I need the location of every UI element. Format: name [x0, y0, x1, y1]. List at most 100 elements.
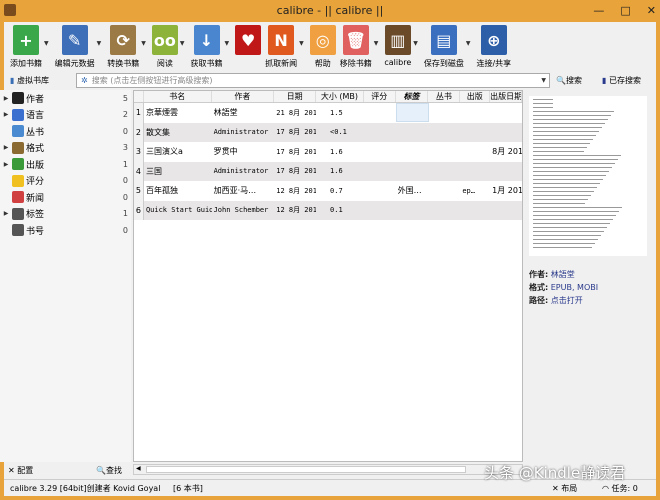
category-icon [12, 174, 24, 187]
table-row[interactable]: 4三国 Administrator 17 8月 2018 1.6 [134, 161, 522, 181]
search-button-label: 搜索 [565, 76, 582, 85]
column-header[interactable]: 作者 [212, 91, 275, 102]
toolbar-dropdown-arrow[interactable]: ▼ [466, 40, 471, 47]
convert-book-icon: ⟳ [110, 25, 137, 55]
tag-count: 0 [122, 225, 128, 235]
bookmark-icon: ▮ [602, 76, 607, 85]
cell-author: John Schember [213, 206, 269, 215]
find-button[interactable]: 🔍查找 [96, 465, 122, 476]
donate-heart-icon: ♥ [235, 25, 262, 55]
toolbar-button-get-books[interactable]: ↓ 获取书籍 [191, 22, 223, 69]
expand-arrow-icon[interactable]: ▶ [0, 144, 12, 151]
table-row[interactable]: 2散文集 Administrator 17 8月 2018 <0.1 [134, 122, 522, 142]
search-input[interactable]: ✲ 搜索 (点击左侧按钮进行高级搜索) ▼ [76, 73, 550, 88]
expand-arrow-icon[interactable]: ▶ [0, 95, 12, 102]
gear-icon[interactable]: ✲ [81, 76, 88, 85]
column-header[interactable]: 出版日期 [490, 91, 522, 102]
toolbar-button-add-book[interactable]: + 添加书籍 [10, 22, 42, 69]
book-cover[interactable] [529, 96, 647, 256]
search-history-dropdown[interactable]: ▼ [541, 74, 546, 87]
toolbar-button-fetch-news[interactable]: N 抓取新闻 [265, 22, 297, 69]
author-link[interactable]: 林語堂 [551, 270, 575, 279]
toolbar-button-library[interactable]: ▥ calibre [384, 22, 411, 67]
column-header[interactable]: 出版 [460, 91, 491, 102]
cell-date: 17 8月 2018 [276, 147, 317, 156]
book-details-panel: 作者: 林語堂 格式: EPUB, MOBI 路径: 点击打开 [523, 90, 656, 462]
toolbar-label: 转换书籍 [107, 59, 140, 68]
tag-count: 3 [122, 143, 128, 153]
tag-category-label: 标签 [26, 210, 45, 221]
column-header[interactable]: 标签 [396, 91, 429, 102]
cell-size: 0.1 [330, 206, 343, 215]
cell-author: 加西亚·马… [213, 186, 257, 196]
toolbar-dropdown-arrow[interactable]: ▼ [374, 40, 379, 47]
toolbar-dropdown-arrow[interactable]: ▼ [44, 40, 49, 47]
tag-browser-item[interactable]: ▶ 出版 1 [0, 156, 131, 173]
toolbar-button-read-book[interactable]: oo 阅读 [151, 22, 178, 69]
tag-browser-item[interactable]: 书号 0 [0, 222, 131, 239]
tag-browser-item[interactable]: ▶ 语言 2 [0, 107, 131, 124]
toolbar-dropdown-arrow[interactable]: ▼ [97, 40, 102, 47]
tag-browser-item[interactable]: ▶ 标签 1 [0, 206, 131, 223]
toolbar-button-convert-book[interactable]: ⟳ 转换书籍 [107, 22, 139, 69]
minimize-button[interactable]: — [593, 0, 604, 22]
tag-category-label: 书号 [26, 226, 45, 237]
formats-link[interactable]: EPUB, MOBI [551, 283, 598, 292]
author-label: 作者: [529, 270, 549, 279]
toolbar-button-edit-metadata[interactable]: ✎ 编辑元数据 [55, 22, 95, 69]
toolbar-dropdown-arrow[interactable]: ▼ [141, 40, 146, 47]
cell-size: 1.6 [330, 167, 343, 176]
remove-book-icon: 🗑 [342, 25, 369, 55]
toolbar-dropdown-arrow[interactable]: ▼ [299, 40, 304, 47]
saved-searches-label: 已存搜索 [608, 76, 641, 85]
tag-browser-item[interactable]: 新闻 0 [0, 189, 131, 206]
saved-searches-button[interactable]: ▮ 已存搜索 [602, 75, 641, 86]
table-row[interactable]: 6 Quick Start Guide John Schember 12 8月 201… [134, 200, 522, 220]
expand-arrow-icon[interactable]: ▶ [0, 111, 12, 118]
column-header[interactable]: 丛书 [428, 91, 461, 102]
column-header[interactable]: 日期 [274, 91, 317, 102]
toolbar-dropdown-arrow[interactable]: ▼ [413, 40, 418, 47]
configure-button[interactable]: ✕ 配置 [8, 465, 33, 476]
toolbar-button-connect-share[interactable]: ⊕ 连接/共享 [476, 22, 511, 69]
tag-browser-item[interactable]: ▶ 作者 5 [0, 90, 131, 107]
search-button[interactable]: 🔍搜索 [556, 75, 582, 86]
category-icon [12, 125, 24, 138]
virtual-library-button[interactable]: ▮ 虚拟书库 [4, 75, 74, 86]
column-header[interactable]: 评分 [364, 91, 396, 102]
table-row[interactable]: 1京華煙雲 林語堂 21 8月 2018 1.5 [134, 103, 522, 123]
row-number: 4 [134, 161, 144, 181]
book-list: 书名 作者 日期 大小 (MB) 评分 标签 丛书 出版 出版日期 1 京華煙雲 林語堂 21 8月 … [133, 90, 523, 462]
toolbar-button-donate-heart[interactable]: ♥ [235, 22, 262, 58]
cell-pubdate: 8月 2010 [492, 147, 522, 157]
maximize-button[interactable]: □ [620, 0, 630, 22]
cell-tags [395, 103, 429, 123]
cell-title: 百年孤独 [145, 186, 178, 196]
close-button[interactable]: ✕ [647, 0, 656, 22]
book-list-header: 书名 作者 日期 大小 (MB) 评分 标签 丛书 出版 出版日期 [134, 91, 522, 103]
cell-title: 三国 [145, 166, 162, 176]
toolbar-dropdown-arrow[interactable]: ▼ [225, 40, 230, 47]
expand-arrow-icon[interactable]: ▶ [0, 210, 12, 217]
watermark: 头条 @Kindle静读君 [484, 464, 626, 482]
path-link[interactable]: 点击打开 [551, 296, 583, 305]
tag-count: 1 [122, 159, 128, 169]
column-header[interactable]: 书名 [144, 91, 212, 102]
toolbar-dropdown-arrow[interactable]: ▼ [180, 40, 185, 47]
toolbar-button-save-disk[interactable]: ▤ 保存到磁盘 [424, 22, 464, 69]
toolbar-button-help-lifebuoy[interactable]: ◎ 帮助 [309, 22, 336, 69]
toolbar-button-remove-book[interactable]: 🗑 移除书籍 [340, 22, 372, 69]
tag-browser-item[interactable]: 丛书 0 [0, 123, 131, 140]
toolbar-label: calibre [384, 58, 412, 67]
cell-date: 12 8月 2018 [276, 186, 317, 195]
horizontal-scrollbar[interactable]: ◀ [133, 464, 523, 475]
cell-title: 散文集 [145, 127, 170, 137]
table-row[interactable]: 3三国演义a 罗贯中 17 8月 2018 1.6 8月 2010 [134, 142, 522, 162]
tag-browser-item[interactable]: 评分 0 [0, 173, 131, 190]
tag-browser-item[interactable]: ▶ 格式 3 [0, 140, 131, 157]
tag-category-label: 出版 [26, 160, 45, 171]
table-row[interactable]: 5百年孤独 加西亚·马… 12 8月 2018 0.7 外国… ep… 1月 2011 [134, 181, 522, 201]
column-header[interactable]: 大小 (MB) [316, 91, 364, 102]
expand-arrow-icon[interactable]: ▶ [0, 161, 12, 168]
cell-author: Administrator [213, 167, 269, 176]
